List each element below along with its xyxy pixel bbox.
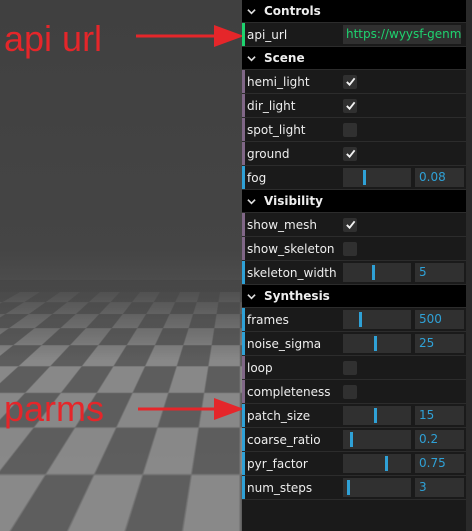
coarse-ratio-row: coarse_ratio 0.2 <box>242 428 466 452</box>
patch-size-input[interactable]: 15 <box>415 406 464 425</box>
slider-handle[interactable] <box>374 336 377 351</box>
num-steps-row: num_steps 3 <box>242 476 466 500</box>
hemi-light-label: hemi_light <box>247 74 310 89</box>
show-mesh-label: show_mesh <box>247 217 317 232</box>
slider-handle[interactable] <box>372 265 375 280</box>
chevron-down-icon <box>247 198 256 204</box>
skeleton-width-input[interactable]: 5 <box>415 263 464 282</box>
folder-title: Controls <box>264 4 321 18</box>
num-steps-label: num_steps <box>247 480 313 495</box>
folder-title: Scene <box>264 51 305 65</box>
frames-slider[interactable] <box>343 310 411 329</box>
coarse-ratio-input[interactable]: 0.2 <box>415 430 464 449</box>
patch-size-slider[interactable] <box>343 406 411 425</box>
checkmark-icon <box>345 101 355 111</box>
slider-handle[interactable] <box>350 432 353 447</box>
noise-sigma-input[interactable]: 25 <box>415 334 464 353</box>
dir-light-row: dir_light <box>242 94 466 118</box>
frames-label: frames <box>247 312 289 327</box>
folder-visibility[interactable]: Visibility <box>242 190 466 213</box>
coarse-ratio-label: coarse_ratio <box>247 432 321 447</box>
frames-row: frames 500 <box>242 308 466 332</box>
controls-panel: Controls api_url https://wyysf-genmm Sce… <box>242 0 466 531</box>
hemi-light-row: hemi_light <box>242 70 466 94</box>
ground-row: ground <box>242 142 466 166</box>
pyr-factor-label: pyr_factor <box>247 456 308 471</box>
parms-arrow-icon <box>138 398 244 420</box>
spot-light-label: spot_light <box>247 122 306 137</box>
folder-controls[interactable]: Controls <box>242 0 466 23</box>
api-url-label: api_url <box>247 27 288 42</box>
patch-size-row: patch_size 15 <box>242 404 466 428</box>
show-skeleton-row: show_skeleton <box>242 237 466 261</box>
folder-title: Visibility <box>264 194 323 208</box>
pyr-factor-input[interactable]: 0.75 <box>415 454 464 473</box>
chevron-down-icon <box>247 8 256 14</box>
folder-synthesis[interactable]: Synthesis <box>242 285 466 308</box>
skeleton-width-slider[interactable] <box>343 263 411 282</box>
show-skeleton-label: show_skeleton <box>247 241 335 256</box>
api-url-row: api_url https://wyysf-genmm <box>242 23 466 47</box>
num-steps-input[interactable]: 3 <box>415 478 464 497</box>
checkmark-icon <box>345 220 355 230</box>
spot-light-row: spot_light <box>242 118 466 142</box>
checkmark-icon <box>345 149 355 159</box>
show-skeleton-checkbox[interactable] <box>343 241 357 256</box>
noise-sigma-row: noise_sigma 25 <box>242 332 466 356</box>
api-url-arrow-icon <box>136 25 244 47</box>
dir-light-label: dir_light <box>247 98 296 113</box>
slider-handle[interactable] <box>359 312 362 327</box>
slider-handle[interactable] <box>385 456 388 471</box>
spot-light-checkbox[interactable] <box>343 122 357 137</box>
dir-light-checkbox[interactable] <box>343 98 357 113</box>
api-url-input[interactable]: https://wyysf-genmm <box>343 25 461 44</box>
slider-handle[interactable] <box>363 170 366 185</box>
pyr-factor-slider[interactable] <box>343 454 411 473</box>
slider-handle[interactable] <box>374 408 377 423</box>
completeness-label: completeness <box>247 384 331 399</box>
loop-label: loop <box>247 360 273 375</box>
completeness-checkbox[interactable] <box>343 384 357 399</box>
fog-input[interactable]: 0.08 <box>415 168 464 187</box>
noise-sigma-slider[interactable] <box>343 334 411 353</box>
chevron-down-icon <box>247 55 256 61</box>
show-mesh-row: show_mesh <box>242 213 466 237</box>
ground-checkbox[interactable] <box>343 146 357 161</box>
skeleton-width-label: skeleton_width <box>247 265 337 280</box>
skeleton-width-row: skeleton_width 5 <box>242 261 466 285</box>
loop-checkbox[interactable] <box>343 360 357 375</box>
panel-scrollbar[interactable] <box>466 0 472 531</box>
chevron-down-icon <box>247 293 256 299</box>
frames-input[interactable]: 500 <box>415 310 464 329</box>
fog-row: fog 0.08 <box>242 166 466 190</box>
loop-row: loop <box>242 356 466 380</box>
slider-handle[interactable] <box>347 480 350 495</box>
checkmark-icon <box>345 77 355 87</box>
coarse-ratio-slider[interactable] <box>343 430 411 449</box>
completeness-row: completeness <box>242 380 466 404</box>
parms-annotation: parms <box>4 388 105 429</box>
patch-size-label: patch_size <box>247 408 311 423</box>
hemi-light-checkbox[interactable] <box>343 74 357 89</box>
show-mesh-checkbox[interactable] <box>343 217 357 232</box>
ground-label: ground <box>247 146 290 161</box>
pyr-factor-row: pyr_factor 0.75 <box>242 452 466 476</box>
num-steps-slider[interactable] <box>343 478 411 497</box>
folder-scene[interactable]: Scene <box>242 47 466 70</box>
fog-slider[interactable] <box>343 168 411 187</box>
noise-sigma-label: noise_sigma <box>247 336 322 351</box>
fog-label: fog <box>247 170 267 185</box>
api-url-annotation: api url <box>4 18 103 59</box>
folder-title: Synthesis <box>264 289 330 303</box>
